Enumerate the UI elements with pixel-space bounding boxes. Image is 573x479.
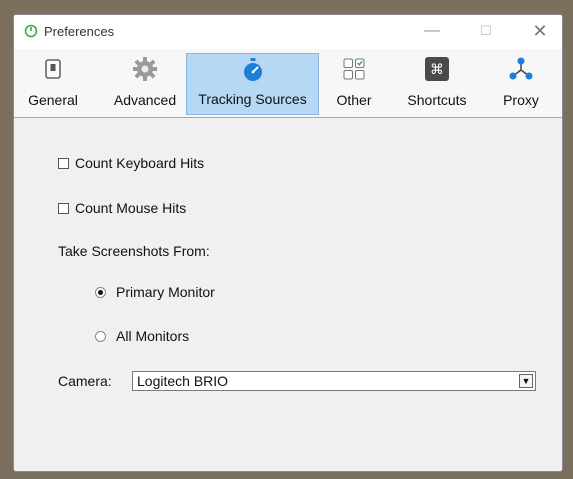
count-keyboard-hits-label: Count Keyboard Hits [75,155,205,171]
svg-text:⌘: ⌘ [430,62,444,78]
tab-general[interactable]: General [18,53,88,115]
tab-tracking-sources[interactable]: Tracking Sources [186,53,319,115]
tab-proxy[interactable]: Proxy [491,53,551,115]
minimize-button[interactable]: — [412,19,452,43]
window-title: Preferences [44,24,115,39]
all-monitors-label: All Monitors [116,328,190,344]
primary-monitor-label: Primary Monitor [116,284,215,300]
switch-icon [45,59,61,79]
tab-general-label: General [28,92,78,108]
screenshots-heading: Take Screenshots From: [58,243,210,259]
tab-other[interactable]: Other [325,53,383,115]
network-icon [509,57,533,80]
tab-advanced-label: Advanced [113,92,177,108]
count-keyboard-hits-checkbox[interactable] [58,158,69,169]
close-button[interactable]: ✕ [520,19,560,43]
tab-proxy-label: Proxy [503,92,539,108]
all-monitors-radio[interactable] [95,331,106,342]
count-mouse-hits-label: Count Mouse Hits [75,200,187,216]
command-key-icon: ⌘ [425,57,449,81]
maximize-button[interactable]: ☐ [466,19,506,43]
checkbox-grid-icon [343,58,365,80]
preferences-window: Preferences — ☐ ✕ General Advanced Track… [13,14,563,472]
tab-shortcuts[interactable]: ⌘ Shortcuts [397,53,477,115]
app-icon [24,24,38,38]
tab-tracking-sources-label: Tracking Sources [198,91,307,107]
preferences-toolbar: General Advanced Tracking Sources Other … [14,49,562,118]
camera-select-value: Logitech BRIO [137,373,229,389]
stopwatch-icon [243,58,262,81]
tab-shortcuts-label: Shortcuts [407,92,467,108]
camera-select[interactable]: Logitech BRIO ▼ [132,371,536,391]
count-mouse-hits-checkbox[interactable] [58,203,69,214]
tab-advanced[interactable]: Advanced [100,53,190,115]
tab-other-label: Other [336,92,372,108]
gear-icon [133,57,157,81]
primary-monitor-radio[interactable] [95,287,106,298]
title-bar: Preferences — ☐ ✕ [14,15,562,49]
chevron-down-icon[interactable]: ▼ [519,374,533,388]
camera-label: Camera: [58,373,112,389]
tracking-sources-panel: Count Keyboard Hits Count Mouse Hits Tak… [14,118,562,471]
